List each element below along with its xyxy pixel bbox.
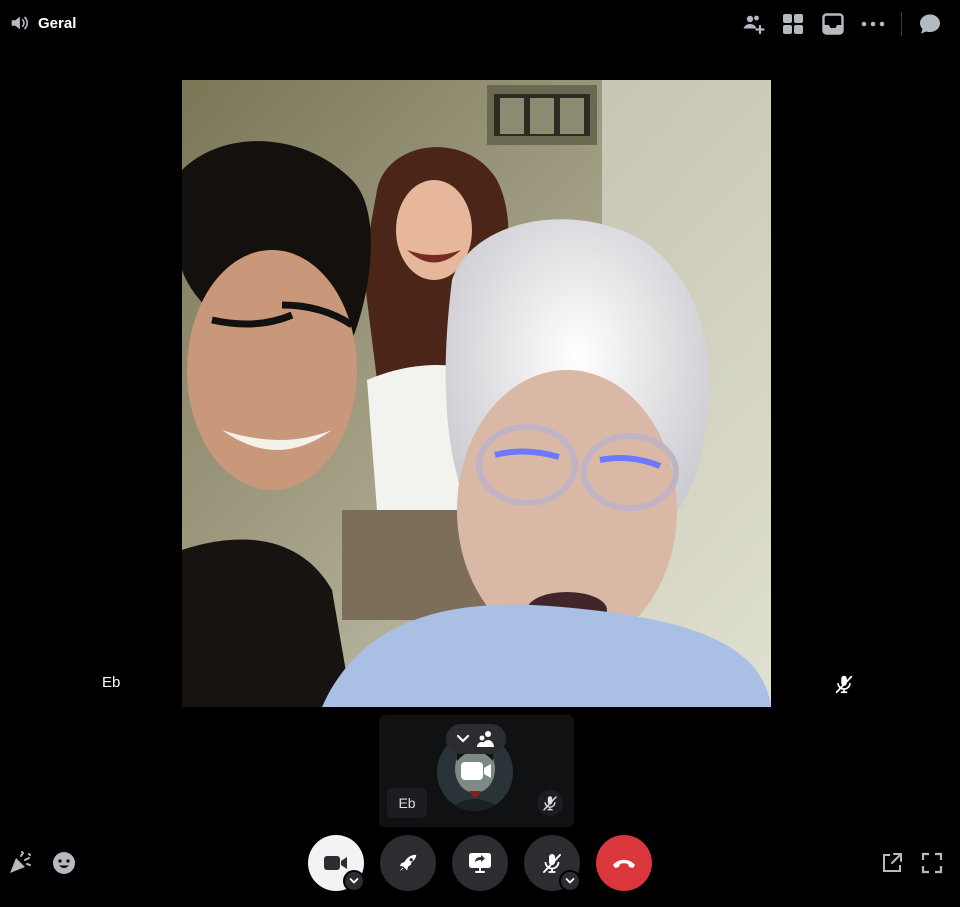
self-name-tag: Eb <box>387 788 427 818</box>
chevron-down-icon <box>565 877 575 885</box>
channel-header: Geral <box>8 12 76 34</box>
activity-button[interactable] <box>380 835 436 891</box>
toolbar <box>727 11 944 37</box>
emoji-icon[interactable] <box>50 849 78 877</box>
inbox-icon[interactable] <box>819 11 847 37</box>
chevron-down-icon <box>349 877 359 885</box>
grid-icon[interactable] <box>779 11 807 37</box>
main-video-tile[interactable]: Eb <box>82 80 870 707</box>
screen-share-icon <box>467 851 493 875</box>
hang-up-icon <box>611 856 637 870</box>
toolbar-divider <box>901 12 902 36</box>
participant-name: Eb <box>102 674 121 691</box>
rocket-icon <box>397 852 419 874</box>
participant-video <box>182 80 771 707</box>
fullscreen-icon[interactable] <box>918 849 946 877</box>
speaker-icon <box>8 12 30 34</box>
soundboard-icon[interactable] <box>6 849 34 877</box>
add-person-icon[interactable] <box>739 11 767 37</box>
disconnect-button[interactable] <box>596 835 652 891</box>
chat-icon[interactable] <box>916 11 944 37</box>
mic-muted-icon <box>832 672 856 696</box>
popout-icon[interactable] <box>878 849 906 877</box>
video-camera-icon <box>323 853 349 873</box>
mic-muted-icon <box>537 790 563 816</box>
video-camera-icon <box>459 758 493 784</box>
more-icon[interactable] <box>859 11 887 37</box>
mic-muted-icon <box>540 851 564 875</box>
mic-options-button[interactable] <box>559 870 581 892</box>
participants-toggle[interactable] <box>446 724 506 754</box>
channel-name: Geral <box>38 14 77 32</box>
people-icon <box>476 730 496 748</box>
call-controls <box>0 835 960 892</box>
chevron-down-icon <box>456 734 470 744</box>
camera-options-button[interactable] <box>343 870 365 892</box>
top-bar: Geral <box>0 0 960 48</box>
screen-share-button[interactable] <box>452 835 508 891</box>
